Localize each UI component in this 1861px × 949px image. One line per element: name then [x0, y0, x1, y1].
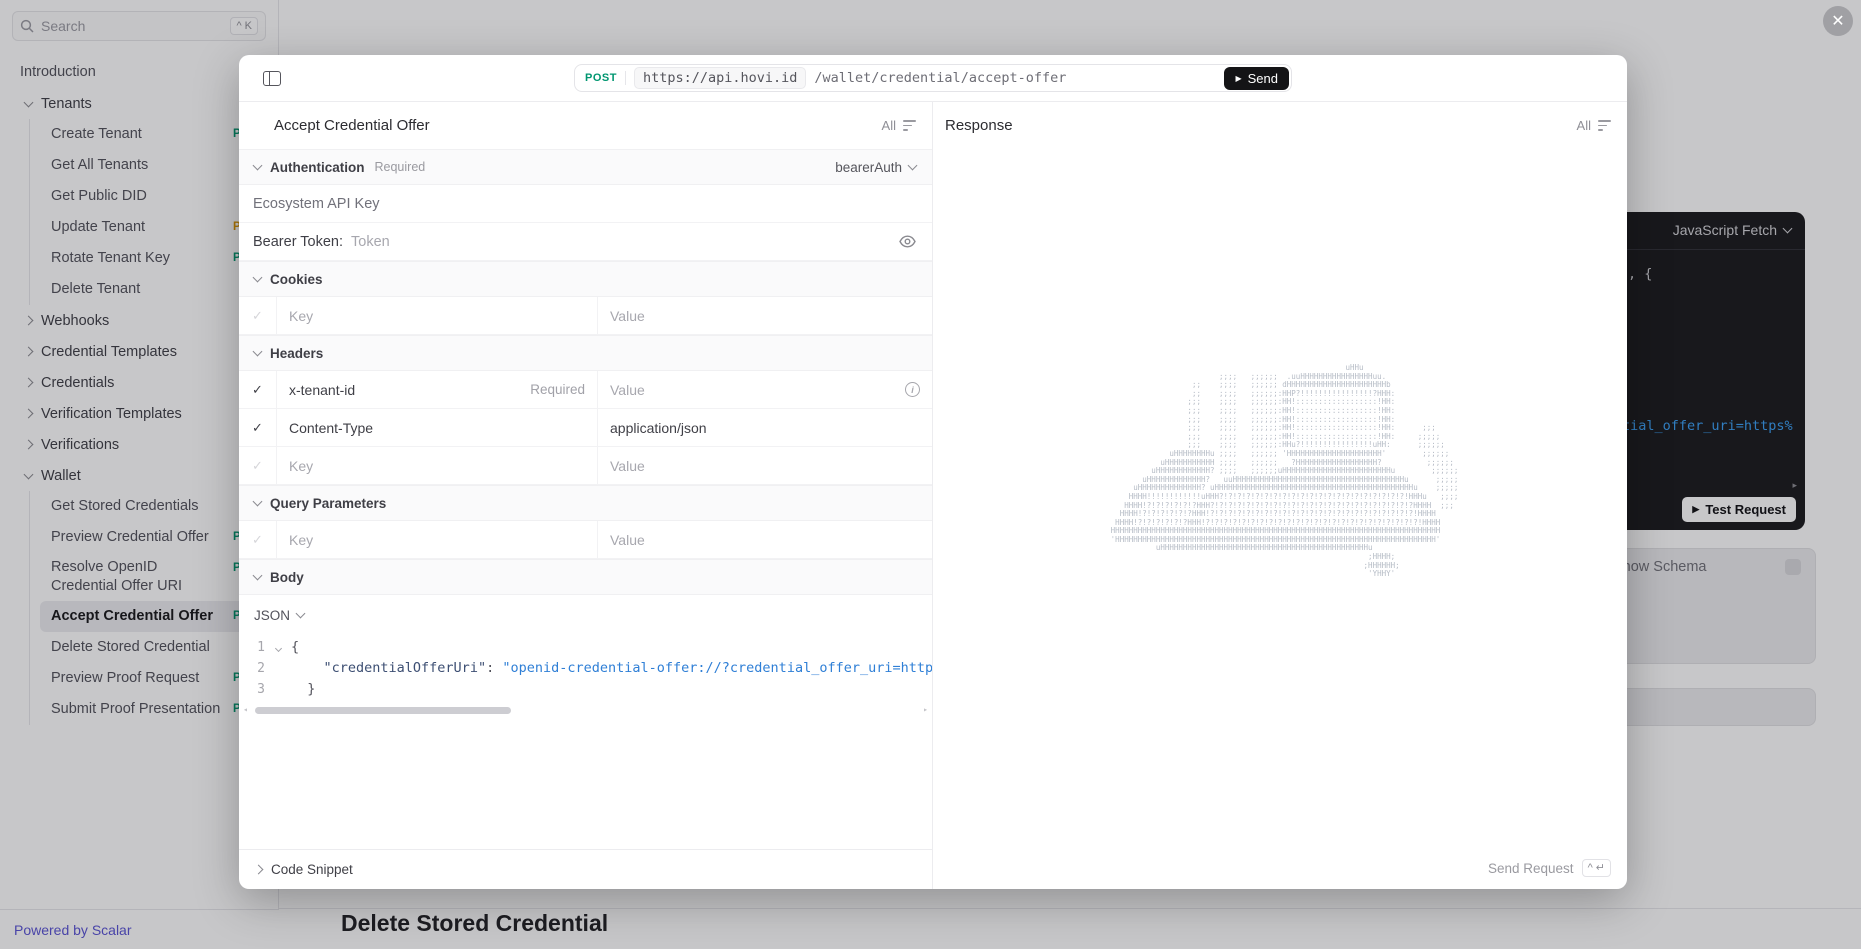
scroll-left-icon[interactable]: ◂ [243, 705, 248, 714]
send-request-shortcut-badge: ^ ↵ [1582, 859, 1611, 877]
chevron-down-icon [253, 273, 263, 283]
filter-icon [1598, 120, 1611, 130]
header-row-content-type: ✓ Content-Type application/json [239, 409, 932, 447]
response-filter[interactable]: All [1577, 118, 1611, 133]
horizontal-scrollbar[interactable]: ◂ ▸ [247, 705, 924, 715]
close-icon[interactable]: ✕ [1823, 6, 1853, 36]
response-panel: Response All uHHu ;;;; ;;;;;; .uuHHHHHHH… [933, 102, 1627, 889]
chevron-down-icon [253, 347, 263, 357]
send-button[interactable]: ▶ Send [1224, 67, 1289, 90]
send-request-hint: Send Request [1488, 861, 1574, 876]
row-check-icon[interactable]: ✓ [239, 371, 277, 408]
sidebar-toggle-icon[interactable] [263, 71, 281, 86]
request-filter[interactable]: All [882, 118, 916, 133]
header-row-x-tenant-id: ✓ x-tenant-id Required i [239, 371, 932, 409]
query-parameters-section-header[interactable]: Query Parameters [239, 485, 932, 521]
chevron-down-icon [253, 161, 263, 171]
ascii-art-computer: uHHu ;;;; ;;;;;; .uuHHHHHHHHHHHHHHHHuu. … [1102, 364, 1459, 579]
x-tenant-id-value-input[interactable] [610, 382, 897, 398]
info-icon[interactable]: i [905, 382, 920, 397]
eye-icon[interactable] [899, 235, 916, 248]
play-icon: ▶ [1235, 74, 1241, 83]
code-snippet-toggle[interactable]: Code Snippet [239, 849, 932, 889]
chevron-down-icon [253, 497, 263, 507]
query-row-empty: ✓ [239, 521, 932, 559]
body-code-editor[interactable]: 1 { 2 "credentialOfferUri": "openid-cred… [239, 635, 932, 715]
response-footer: Send Request ^ ↵ [1488, 859, 1611, 877]
fold-chevron-icon[interactable] [265, 637, 291, 658]
row-check-icon[interactable]: ✓ [239, 521, 277, 558]
bearer-token-row: Bearer Token: [239, 223, 932, 261]
row-check-icon[interactable]: ✓ [239, 297, 277, 334]
api-client-modal: POST https://api.hovi.id /wallet/credent… [239, 55, 1627, 889]
chevron-down-icon [296, 609, 306, 619]
header-value-input[interactable] [610, 458, 920, 474]
scroll-right-icon[interactable]: ▸ [923, 705, 928, 714]
authentication-section-header[interactable]: Authentication Required bearerAuth [239, 149, 932, 185]
request-panel: Accept Credential Offer All Authenticati… [239, 102, 933, 889]
chevron-down-icon [253, 571, 263, 581]
query-key-input[interactable] [289, 532, 585, 548]
query-value-input[interactable] [610, 532, 920, 548]
cookie-value-input[interactable] [610, 308, 920, 324]
cookie-key-input[interactable] [289, 308, 585, 324]
base-url[interactable]: https://api.hovi.id [634, 67, 806, 89]
row-check-icon[interactable]: ✓ [239, 409, 277, 446]
response-title: Response [945, 117, 1013, 134]
filter-icon [903, 120, 916, 130]
body-section-header[interactable]: Body [239, 559, 932, 595]
auth-key-row[interactable]: Ecosystem API Key [239, 185, 932, 223]
chevron-down-icon [908, 161, 918, 171]
header-key-input[interactable] [289, 458, 585, 474]
request-title: Accept Credential Offer [274, 117, 430, 134]
row-check-icon[interactable]: ✓ [239, 447, 277, 484]
body-format-select[interactable]: JSON [239, 595, 932, 635]
headers-section-header[interactable]: Headers [239, 335, 932, 371]
divider [625, 71, 626, 85]
http-method-badge: POST [585, 72, 617, 84]
modal-topbar: POST https://api.hovi.id /wallet/credent… [239, 55, 1627, 102]
header-row-empty: ✓ [239, 447, 932, 485]
bearer-token-input[interactable] [351, 234, 899, 250]
scrollbar-thumb[interactable] [255, 707, 511, 714]
cookies-section-header[interactable]: Cookies [239, 261, 932, 297]
request-path[interactable]: /wallet/credential/accept-offer [814, 70, 1066, 86]
auth-scheme-select[interactable]: bearerAuth [835, 160, 916, 175]
cookie-row-empty: ✓ [239, 297, 932, 335]
chevron-right-icon [254, 865, 264, 875]
request-address-bar[interactable]: POST https://api.hovi.id /wallet/credent… [574, 64, 1292, 92]
